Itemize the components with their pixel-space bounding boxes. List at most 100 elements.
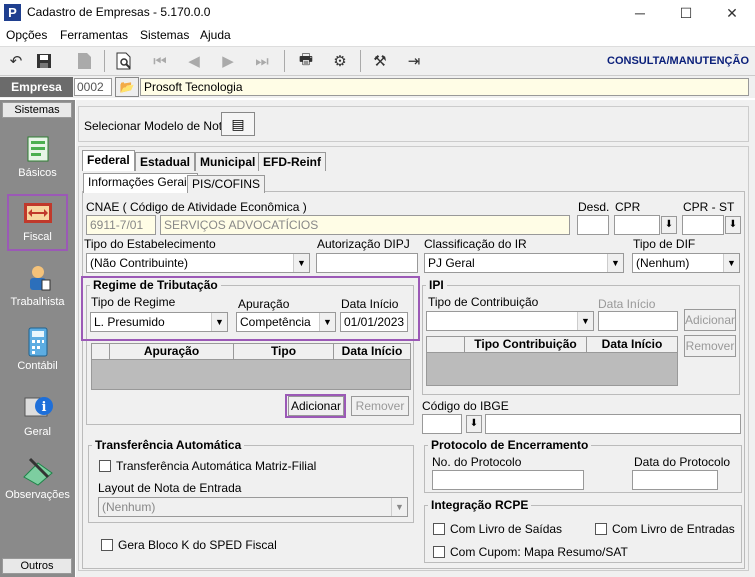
tipo-regime-value: L. Presumido (94, 315, 165, 329)
tab-efd-reinf[interactable]: EFD-Reinf (258, 152, 326, 171)
column-tipo[interactable]: Tipo (234, 344, 334, 359)
rcpe-entradas-checkbox[interactable] (595, 523, 607, 535)
undo-icon[interactable]: ↶ (4, 50, 28, 72)
classificacao-ir-select[interactable]: PJ Geral ▼ (424, 253, 624, 273)
data-inicio-field[interactable]: 01/01/2023 (340, 312, 408, 332)
protocolo-data-field[interactable] (632, 470, 718, 490)
apuracao-select[interactable]: Competência ▼ (236, 312, 336, 332)
cnae-description-field: SERVIÇOS ADVOCATÍCIOS (160, 215, 570, 235)
tipo-dif-label: Tipo de DIF (633, 237, 696, 251)
first-record-icon[interactable]: ⏮ (148, 50, 172, 72)
minimize-button[interactable]: ─ (617, 0, 663, 26)
sidebar-item-basicos[interactable]: Básicos (0, 133, 75, 179)
window-title: Cadastro de Empresas - 5.170.0.0 (27, 5, 211, 19)
sidebar-item-label: Trabalhista (10, 296, 65, 308)
classificacao-ir-value: PJ Geral (428, 256, 475, 270)
menu-opcoes[interactable]: Opções (6, 28, 47, 42)
tab-estadual[interactable]: Estadual (135, 152, 196, 171)
exit-icon[interactable]: ⇥ (402, 50, 426, 72)
cpr-st-field[interactable] (682, 215, 724, 235)
close-button[interactable]: ✕ (709, 0, 755, 26)
tipo-regime-select[interactable]: L. Presumido ▼ (90, 312, 228, 332)
layout-nota-select[interactable]: (Nenhum) ▼ (98, 497, 408, 517)
tipo-estabelecimento-select[interactable]: (Não Contribuinte) ▼ (86, 253, 310, 273)
tipo-dif-select[interactable]: (Nenhum) ▼ (632, 253, 740, 273)
ibge-code-field[interactable] (422, 414, 462, 434)
cpr-st-lookup-icon[interactable]: ⬇ (725, 216, 741, 234)
folder-icon: 📂 (119, 80, 135, 94)
sidebar-item-trabalhista[interactable]: Trabalhista (0, 262, 75, 308)
layout-nota-label: Layout de Nota de Entrada (98, 481, 242, 495)
desd-field[interactable] (577, 215, 609, 235)
sidebar-item-label: Observações (5, 489, 70, 501)
rcpe-saidas-checkbox[interactable] (433, 523, 445, 535)
svg-text:i: i (41, 400, 46, 415)
tools-icon[interactable]: ⚒ (368, 50, 392, 72)
bloco-k-label: Gera Bloco K do SPED Fiscal (118, 538, 277, 552)
ipi-grid-header: Tipo Contribuição Data Início (427, 337, 677, 353)
sidebar-item-fiscal[interactable]: Fiscal (0, 197, 75, 243)
ipi-add-button[interactable]: Adicionar (684, 309, 736, 331)
settings-icon[interactable]: ⚙ (328, 50, 352, 72)
rcpe-cupom-checkbox[interactable] (433, 546, 445, 558)
empresa-name-field[interactable]: Prosoft Tecnologia (140, 78, 749, 96)
cpr-lookup-icon[interactable]: ⬇ (661, 216, 677, 234)
regime-title: Regime de Tributação (90, 278, 221, 292)
bloco-k-checkbox[interactable] (101, 539, 113, 551)
ipi-data-inicio-field[interactable] (598, 311, 678, 331)
rcpe-cupom-label: Com Cupom: Mapa Resumo/SAT (450, 545, 628, 559)
next-record-icon[interactable]: ▶ (216, 50, 240, 72)
chevron-down-icon: ▼ (607, 254, 623, 272)
ipi-remove-button[interactable]: Remover (684, 335, 736, 357)
cnae-code-field[interactable]: 6911-7/01 (86, 215, 156, 235)
regime-add-button[interactable]: Adicionar (288, 396, 344, 416)
empresa-open-button[interactable]: 📂 (115, 77, 139, 97)
cpr-field[interactable] (614, 215, 660, 235)
cpr-label: CPR (615, 200, 641, 214)
tab-pis-cofins[interactable]: PIS/COFINS (187, 175, 266, 193)
tab-municipal[interactable]: Municipal (195, 152, 261, 171)
transferencia-checkbox[interactable] (99, 460, 111, 472)
tab-informacoes-gerais[interactable]: Informações Gerais (83, 173, 198, 193)
menu-ajuda[interactable]: Ajuda (200, 28, 231, 42)
column-apuracao[interactable]: Apuração (110, 344, 234, 359)
protocolo-numero-field[interactable] (432, 470, 584, 490)
select-model-button[interactable]: ▤ (221, 112, 255, 136)
regime-grid[interactable]: Apuração Tipo Data Início (91, 343, 411, 390)
sidebar-footer[interactable]: Outros (2, 558, 72, 574)
preview-icon[interactable] (112, 50, 136, 72)
ipi-grid[interactable]: Tipo Contribuição Data Início (426, 336, 678, 386)
sidebar-item-geral[interactable]: i Geral (0, 392, 75, 438)
column-ipi-data-inicio[interactable]: Data Início (587, 337, 677, 352)
save-icon[interactable] (32, 50, 56, 72)
ibge-lookup-icon[interactable]: ⬇ (466, 415, 482, 433)
menu-sistemas[interactable]: Sistemas (140, 28, 189, 42)
column-tipo-contribuicao[interactable]: Tipo Contribuição (465, 337, 587, 352)
sidebar-item-observacoes[interactable]: Observações (0, 455, 75, 501)
menu-ferramentas[interactable]: Ferramentas (60, 28, 128, 42)
empresa-code-field[interactable]: 0002 (74, 78, 112, 96)
tipo-estabelecimento-value: (Não Contribuinte) (90, 256, 189, 270)
sidebar-header[interactable]: Sistemas (2, 102, 72, 118)
toolbar-separator (284, 50, 285, 72)
ibge-name-field[interactable] (485, 414, 741, 434)
sidebar-item-label: Contábil (17, 360, 58, 372)
last-record-icon[interactable]: ⏭ (250, 50, 274, 72)
apuracao-label: Apuração (238, 297, 290, 311)
chevron-down-icon: ▼ (723, 254, 739, 272)
ibge-label: Código do IBGE (422, 399, 509, 413)
maximize-button[interactable]: ☐ (663, 0, 709, 26)
regime-remove-button[interactable]: Remover (351, 396, 409, 416)
column-data-inicio[interactable]: Data Início (334, 344, 410, 359)
sidebar-item-contabil[interactable]: Contábil (0, 326, 75, 372)
tipo-contribuicao-select[interactable]: ▼ (426, 311, 594, 331)
print-icon[interactable]: 🖶 (294, 50, 318, 72)
grid-indicator (427, 337, 465, 352)
transferencia-check-label: Transferência Automática Matriz-Filial (116, 459, 317, 473)
trabalhista-icon (22, 262, 54, 294)
sidebar-item-label: Básicos (18, 167, 57, 179)
autorizacao-field[interactable] (316, 253, 418, 273)
tab-federal[interactable]: Federal (82, 150, 135, 171)
delete-icon[interactable] (72, 50, 96, 72)
previous-record-icon[interactable]: ◀ (182, 50, 206, 72)
